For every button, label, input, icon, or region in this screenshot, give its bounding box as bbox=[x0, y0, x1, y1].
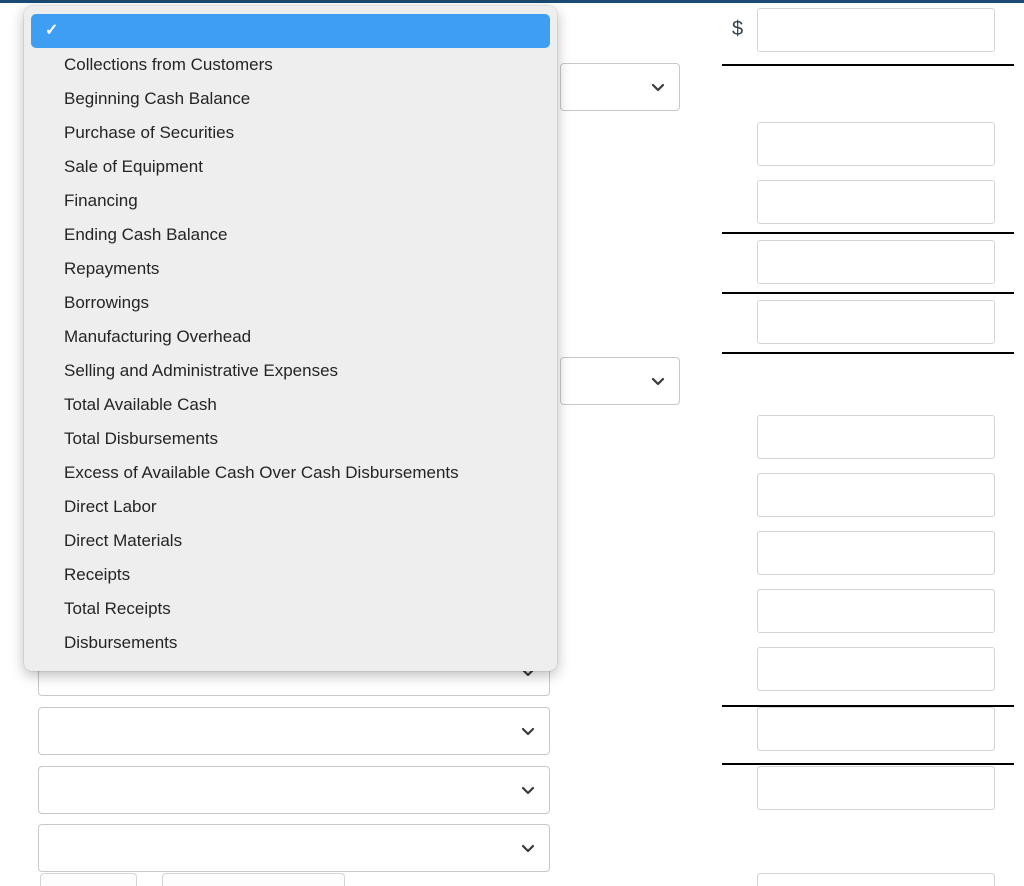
dropdown-option-label: Excess of Available Cash Over Cash Disbu… bbox=[64, 463, 459, 482]
dropdown-option[interactable]: Direct Labor bbox=[24, 490, 557, 524]
total-rule-4 bbox=[722, 352, 1014, 354]
dropdown-option-label: Total Available Cash bbox=[64, 395, 217, 414]
dropdown-option-label: Borrowings bbox=[64, 293, 150, 312]
dropdown-option[interactable]: Total Disbursements bbox=[24, 422, 557, 456]
cash-budget-line-item-dropdown[interactable]: ✓ Collections from Customers Beginning Cas… bbox=[24, 6, 557, 671]
dropdown-option[interactable]: Ending Cash Balance bbox=[24, 218, 557, 252]
dropdown-option[interactable]: Excess of Available Cash Over Cash Disbu… bbox=[24, 456, 557, 490]
dropdown-option-list: ✓ Collections from Customers Beginning Cas… bbox=[24, 14, 557, 660]
chevron-down-icon bbox=[521, 783, 535, 797]
line-item-select-hidden-1[interactable] bbox=[560, 63, 680, 111]
total-rule-6 bbox=[722, 763, 1014, 765]
dropdown-option[interactable]: Beginning Cash Balance bbox=[24, 82, 557, 116]
dropdown-option[interactable]: Receipts bbox=[24, 558, 557, 592]
dropdown-option-label: Beginning Cash Balance bbox=[64, 89, 251, 108]
amount-input-13[interactable] bbox=[757, 873, 995, 886]
dropdown-option[interactable]: Collections from Customers bbox=[24, 48, 557, 82]
dropdown-option[interactable]: Disbursements bbox=[24, 626, 557, 660]
dropdown-option-label: Repayments bbox=[64, 259, 160, 278]
total-rule-3 bbox=[722, 292, 1014, 294]
dropdown-option[interactable]: Sale of Equipment bbox=[24, 150, 557, 184]
chevron-down-icon bbox=[521, 841, 535, 855]
dropdown-option[interactable]: ✓ bbox=[31, 14, 550, 48]
amount-input-8[interactable] bbox=[757, 531, 995, 575]
amount-input-1[interactable] bbox=[757, 8, 995, 52]
amount-input-4[interactable] bbox=[757, 240, 995, 284]
line-item-select-1[interactable] bbox=[38, 707, 550, 755]
total-rule-2 bbox=[722, 232, 1014, 234]
amount-input-6[interactable] bbox=[757, 415, 995, 459]
check-icon: ✓ bbox=[45, 22, 59, 39]
page-root: $ ✓ Collections from Customers Beginning C… bbox=[0, 0, 1024, 886]
dropdown-option-label: Total Disbursements bbox=[64, 429, 219, 448]
bottom-small-box[interactable] bbox=[40, 873, 137, 886]
chevron-down-icon bbox=[651, 374, 665, 388]
amount-input-12[interactable] bbox=[757, 766, 995, 810]
dropdown-option[interactable]: Total Available Cash bbox=[24, 388, 557, 422]
dropdown-option-label: Total Receipts bbox=[64, 599, 171, 618]
dropdown-option-label: Selling and Administrative Expenses bbox=[64, 361, 339, 380]
dropdown-option[interactable]: Purchase of Securities bbox=[24, 116, 557, 150]
dropdown-option-label: Sale of Equipment bbox=[64, 157, 203, 176]
dropdown-option-label: Financing bbox=[64, 191, 138, 210]
dropdown-option-label: Purchase of Securities bbox=[64, 123, 235, 142]
amount-input-7[interactable] bbox=[757, 473, 995, 517]
currency-symbol: $ bbox=[732, 18, 744, 40]
total-rule-1 bbox=[722, 64, 1014, 66]
amount-input-9[interactable] bbox=[757, 589, 995, 633]
dropdown-option-label: Direct Materials bbox=[64, 531, 183, 550]
dropdown-option-label: Manufacturing Overhead bbox=[64, 327, 252, 346]
dropdown-option-label: Receipts bbox=[64, 565, 131, 584]
amount-input-3[interactable] bbox=[757, 180, 995, 224]
dropdown-option-label: Ending Cash Balance bbox=[64, 225, 228, 244]
chevron-down-icon bbox=[521, 724, 535, 738]
dropdown-option-label: Disbursements bbox=[64, 633, 178, 652]
dropdown-option[interactable]: Total Receipts bbox=[24, 592, 557, 626]
line-item-select-hidden-2[interactable] bbox=[560, 357, 680, 405]
amount-input-11[interactable] bbox=[757, 707, 995, 751]
dropdown-option[interactable]: Manufacturing Overhead bbox=[24, 320, 557, 354]
dropdown-option[interactable]: Selling and Administrative Expenses bbox=[24, 354, 557, 388]
dropdown-option[interactable]: Borrowings bbox=[24, 286, 557, 320]
chevron-down-icon bbox=[651, 80, 665, 94]
amount-input-5[interactable] bbox=[757, 300, 995, 344]
dropdown-option[interactable]: Direct Materials bbox=[24, 524, 557, 558]
dropdown-option-label: Collections from Customers bbox=[64, 55, 273, 74]
dropdown-option[interactable]: Repayments bbox=[24, 252, 557, 286]
dropdown-option-label: Direct Labor bbox=[64, 497, 157, 516]
bottom-wide-box[interactable] bbox=[162, 873, 345, 886]
amount-input-2[interactable] bbox=[757, 122, 995, 166]
line-item-select-2[interactable] bbox=[38, 766, 550, 814]
dropdown-option[interactable]: Financing bbox=[24, 184, 557, 218]
line-item-select-3[interactable] bbox=[38, 824, 550, 872]
window-chrome-strip bbox=[0, 0, 1024, 3]
amount-input-10[interactable] bbox=[757, 647, 995, 691]
